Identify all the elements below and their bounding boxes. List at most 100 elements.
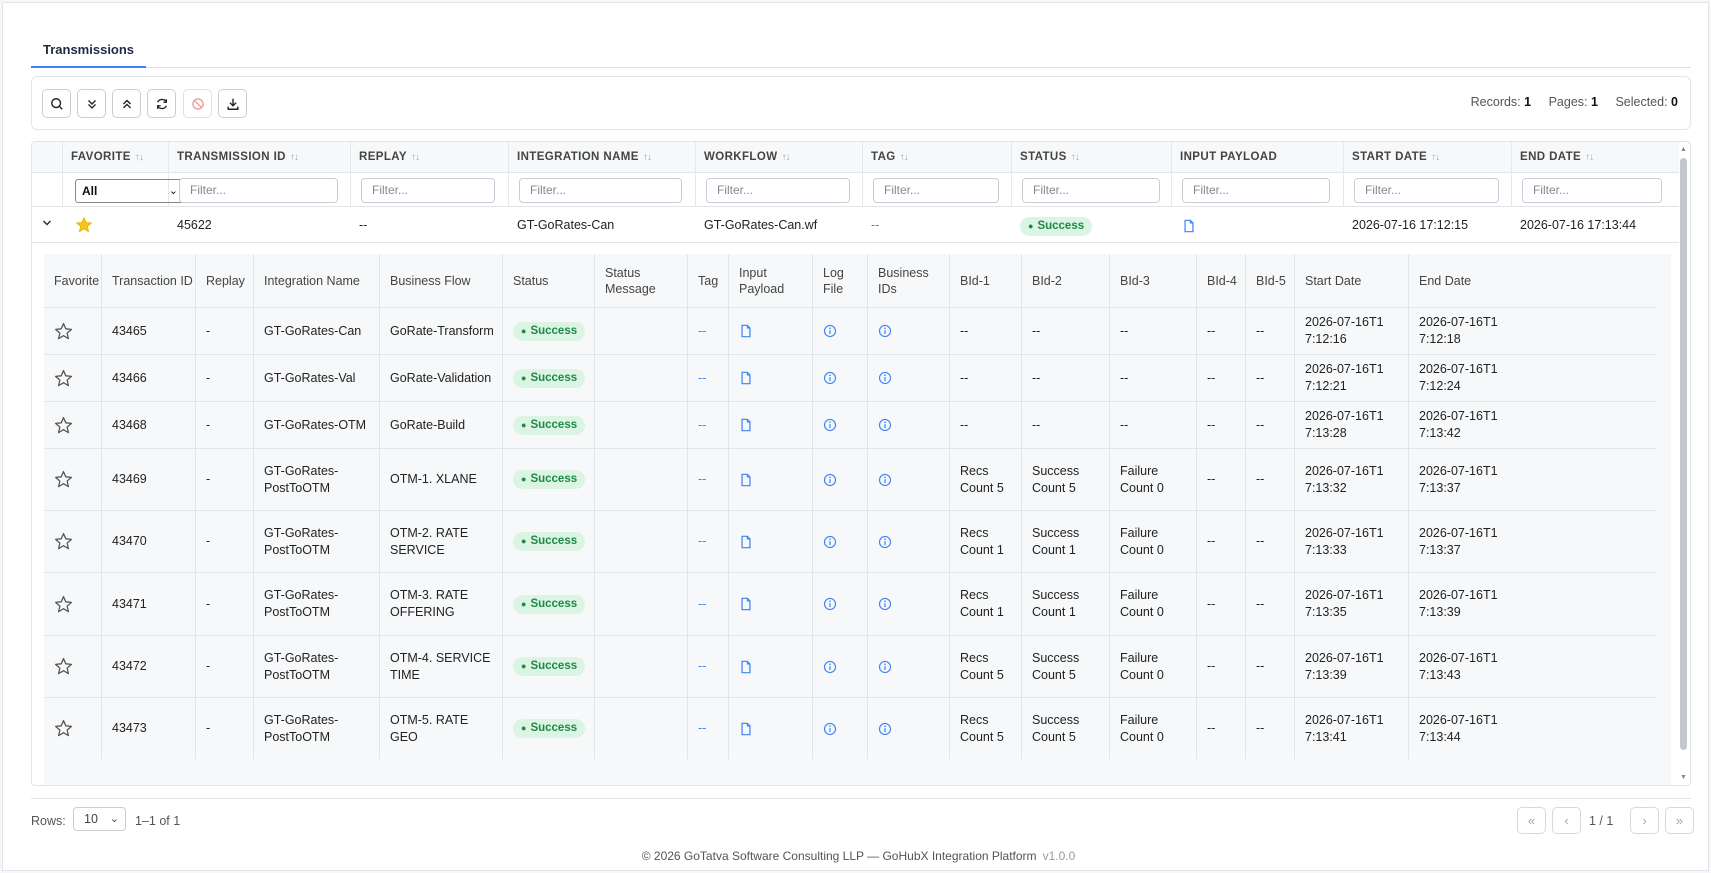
- bid-5-text: --: [1256, 721, 1265, 735]
- column-header[interactable]: INTEGRATION NAME ↑↓: [509, 142, 696, 173]
- tag-link[interactable]: --: [688, 698, 729, 759]
- detail-row[interactable]: 43466 - GT-GoRates-Val GoRate-Validation ● Su…: [44, 354, 1656, 401]
- column-header[interactable]: REPLAY ↑↓: [351, 142, 509, 173]
- column-header[interactable]: END DATE ↑↓: [1512, 142, 1679, 173]
- favorite-toggle[interactable]: [44, 449, 102, 510]
- next-page-button[interactable]: ›: [1630, 807, 1659, 834]
- favorite-toggle[interactable]: [44, 573, 102, 635]
- filter-input[interactable]: Filter...: [519, 178, 682, 203]
- cancel-button[interactable]: [183, 89, 212, 118]
- log-file-button[interactable]: [813, 355, 868, 401]
- favorite-toggle[interactable]: [44, 355, 102, 401]
- scrollbar-thumb[interactable]: [1680, 158, 1687, 750]
- refresh-button[interactable]: [147, 89, 176, 118]
- log-file-button[interactable]: [813, 698, 868, 759]
- business-ids-button[interactable]: [868, 636, 950, 697]
- log-file-button[interactable]: [813, 511, 868, 572]
- last-page-button[interactable]: »: [1665, 807, 1694, 834]
- business-ids-button[interactable]: [868, 308, 950, 354]
- first-page-button[interactable]: «: [1517, 807, 1546, 834]
- tag-link[interactable]: --: [688, 308, 729, 354]
- tag-link[interactable]: --: [688, 573, 729, 635]
- favorite-toggle[interactable]: [44, 402, 102, 448]
- input-payload-button[interactable]: [729, 355, 813, 401]
- log-file-button[interactable]: [813, 402, 868, 448]
- prev-page-button[interactable]: ‹: [1552, 807, 1581, 834]
- log-file-button[interactable]: [813, 573, 868, 635]
- bid-1-text: --: [960, 323, 969, 338]
- input-payload-button[interactable]: [729, 573, 813, 635]
- column-header[interactable]: FAVORITE ↑↓: [63, 142, 169, 173]
- input-payload-button[interactable]: [729, 511, 813, 572]
- filter-input[interactable]: Filter...: [1182, 178, 1330, 203]
- favorite-toggle[interactable]: [44, 698, 102, 759]
- search-button[interactable]: [42, 89, 71, 118]
- favorite-toggle[interactable]: [44, 511, 102, 572]
- column-header[interactable]: STATUS ↑↓: [1012, 142, 1172, 173]
- tag-link[interactable]: --: [688, 636, 729, 697]
- column-header[interactable]: WORKFLOW ↑↓: [696, 142, 863, 173]
- download-button[interactable]: [218, 89, 247, 118]
- column-header[interactable]: TAG ↑↓: [863, 142, 1012, 173]
- footer: © 2026 GoTatva Software Consulting LLP —…: [3, 849, 1711, 863]
- input-payload-button[interactable]: [729, 449, 813, 510]
- filter-input[interactable]: Filter...: [873, 178, 999, 203]
- expand-all-button[interactable]: [77, 89, 106, 118]
- tag-link[interactable]: --: [688, 449, 729, 510]
- business-ids-button[interactable]: [868, 573, 950, 635]
- transaction-id-text: 43471: [112, 596, 147, 611]
- status-text: Success: [530, 535, 578, 547]
- filter-input[interactable]: Filter...: [706, 178, 850, 203]
- column-header[interactable]: TRANSMISSION ID ↑↓: [169, 142, 351, 173]
- start-date-text: 2026-07-16T17:13:32: [1305, 463, 1384, 495]
- tag-link[interactable]: --: [688, 402, 729, 448]
- business-ids-button[interactable]: [868, 355, 950, 401]
- vertical-scrollbar[interactable]: ▲ ▼: [1679, 146, 1688, 782]
- input-payload-cell[interactable]: [1172, 208, 1196, 243]
- status-message: [595, 449, 688, 510]
- tag-link[interactable]: --: [688, 355, 729, 401]
- detail-row[interactable]: 43470 - GT-GoRates-PostToOTM OTM-2. RATE SE…: [44, 510, 1656, 572]
- filter-input[interactable]: Filter...: [1354, 178, 1499, 203]
- filter-input[interactable]: Filter...: [179, 178, 338, 203]
- business-ids-button[interactable]: [868, 698, 950, 759]
- bid-1: Recs Count 5: [950, 636, 1022, 697]
- filter-input[interactable]: Filter...: [1022, 178, 1160, 203]
- input-payload-button[interactable]: [729, 308, 813, 354]
- collapse-all-button[interactable]: [112, 89, 141, 118]
- filter-input[interactable]: Filter...: [1522, 178, 1662, 203]
- footer-text: © 2026 GoTatva Software Consulting LLP —…: [641, 849, 1037, 863]
- detail-row[interactable]: 43472 - GT-GoRates-PostToOTM OTM-4. SERVICE…: [44, 635, 1656, 697]
- tag-link[interactable]: --: [688, 511, 729, 572]
- toolbar: Records: 1 Pages: 1 Selected: 0: [31, 76, 1691, 130]
- scroll-up-icon[interactable]: ▲: [1679, 146, 1688, 154]
- input-payload-button[interactable]: [729, 698, 813, 759]
- business-ids-button[interactable]: [868, 511, 950, 572]
- favorite-toggle[interactable]: [44, 308, 102, 354]
- input-payload-button[interactable]: [729, 402, 813, 448]
- column-header[interactable]: START DATE ↑↓: [1344, 142, 1512, 173]
- chevron-right-icon: ›: [1642, 813, 1647, 828]
- filter-input[interactable]: Filter...: [361, 178, 495, 203]
- detail-row[interactable]: 43471 - GT-GoRates-PostToOTM OTM-3. RATE OF…: [44, 572, 1656, 635]
- rows-per-page-select[interactable]: 10 ⌄: [73, 807, 126, 831]
- log-file-button[interactable]: [813, 636, 868, 697]
- detail-row[interactable]: 43468 - GT-GoRates-OTM GoRate-Build ● Success…: [44, 401, 1656, 448]
- ban-icon: [191, 97, 204, 110]
- detail-row[interactable]: 43469 - GT-GoRates-PostToOTM OTM-1. XLANE ● S…: [44, 448, 1656, 510]
- favorite-toggle[interactable]: [63, 208, 169, 243]
- favorite-toggle[interactable]: [44, 636, 102, 697]
- row-expander[interactable]: [32, 208, 63, 243]
- business-ids-button[interactable]: [868, 449, 950, 510]
- table-row[interactable]: 45622 -- GT-GoRates-Can GT-GoRates-Can.w…: [32, 208, 1679, 243]
- tab-transmissions[interactable]: Transmissions: [31, 39, 147, 68]
- scroll-down-icon[interactable]: ▼: [1679, 774, 1688, 782]
- pagination-bar: Rows: 10 ⌄ 1–1 of 1 « ‹ 1 / 1 › »: [31, 798, 1694, 842]
- input-payload-button[interactable]: [729, 636, 813, 697]
- log-file-button[interactable]: [813, 449, 868, 510]
- detail-row[interactable]: 43473 - GT-GoRates-PostToOTM OTM-5. RATE GE…: [44, 697, 1656, 759]
- tag-link[interactable]: --: [863, 208, 879, 243]
- log-file-button[interactable]: [813, 308, 868, 354]
- detail-row[interactable]: 43465 - GT-GoRates-Can GoRate-Transform ● Suc…: [44, 307, 1656, 354]
- business-ids-button[interactable]: [868, 402, 950, 448]
